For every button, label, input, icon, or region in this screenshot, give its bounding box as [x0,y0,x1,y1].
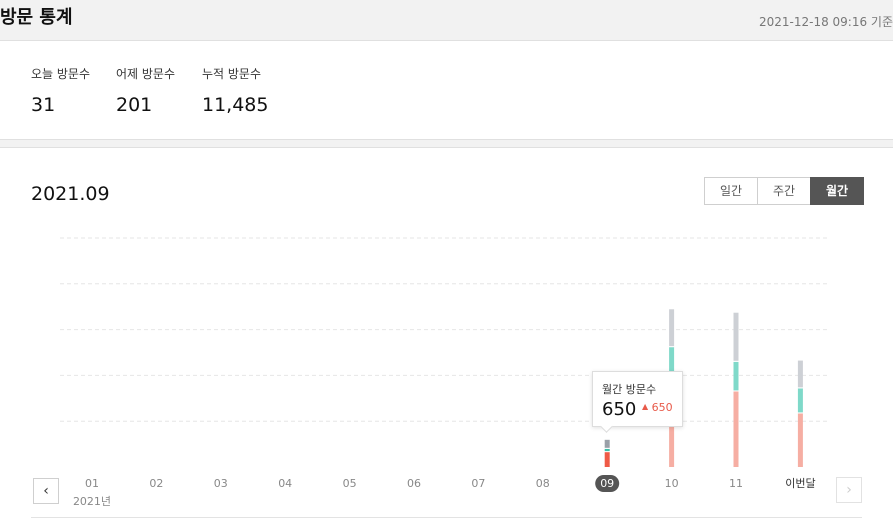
bar-gap [604,447,610,449]
bar-gap [669,346,675,348]
x-tick-label: 04 [278,477,292,490]
x-tick-label: 08 [536,477,550,490]
tooltip-label: 월간 방문수 [602,383,657,396]
triangle-up-icon: ▲ [642,402,649,411]
x-tick-label: 10 [665,477,679,490]
next-period-button[interactable]: › [836,477,862,503]
bar-segment [604,448,610,452]
bar-segment [733,361,739,391]
bar-segment [797,360,803,388]
bar-segment [797,413,803,467]
x-tick-label: 03 [214,477,228,490]
bar-gap [604,451,610,453]
x-tick-label: 11 [729,477,743,490]
x-tick-label: 이번달 [785,477,815,490]
bar-gap [733,360,739,362]
tooltip-change-value: 650 [651,401,673,414]
tooltip-value: 650 [602,399,637,420]
chevron-right-icon: › [846,482,852,498]
bar-segment [797,388,803,413]
bar-segment [733,391,739,467]
x-tick-label: 01 [85,477,99,490]
bar-segment [604,439,610,448]
bar-gap [797,412,803,414]
x-tick-label: 02 [149,477,163,490]
bar-segment [733,312,739,361]
prev-period-button[interactable]: ‹ [33,478,59,504]
x-tick-label: 07 [471,477,485,490]
year-label: 2021년 [73,495,111,508]
x-tick-label: 09 [600,477,614,490]
bar-segment [604,452,610,467]
tooltip-change: ▲ 650 [642,401,673,414]
visits-bar-chart: 01 02 03 04 05 06 07 08 09 10 11 이번달 2021년 [31,237,862,518]
bar-segment [669,309,675,347]
chart-tooltip: 월간 방문수 650 ▲ 650 [592,371,683,427]
bar-gap [733,390,739,392]
x-tick-label: 06 [407,477,421,490]
x-tick-label: 05 [343,477,357,490]
bar-gap [797,387,803,389]
chevron-left-icon: ‹ [43,483,49,499]
